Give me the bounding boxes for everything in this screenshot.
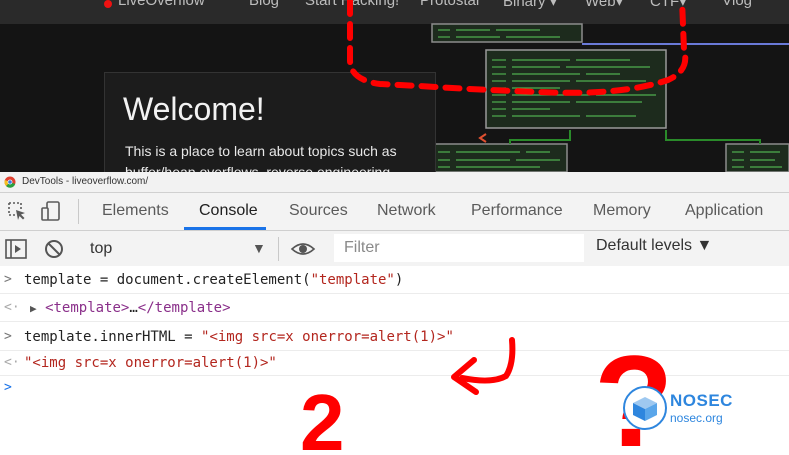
devtools-titlebar: DevTools - liveoverflow.com/ bbox=[0, 172, 789, 193]
result-arrow-icon: <· bbox=[4, 300, 20, 315]
chevron-down-icon: ▼ bbox=[252, 240, 266, 256]
tab-memory[interactable]: Memory bbox=[593, 202, 651, 220]
chrome-icon bbox=[4, 176, 16, 188]
filter-input[interactable] bbox=[334, 234, 584, 262]
context-selector[interactable]: top ▼ bbox=[80, 234, 270, 262]
code-text: template = document.createElement( bbox=[24, 272, 311, 288]
tab-console[interactable]: Console bbox=[199, 202, 258, 220]
result-arrow-icon: <· bbox=[4, 355, 20, 370]
input-prompt-icon: > bbox=[4, 272, 12, 287]
window-title: DevTools - liveoverflow.com/ bbox=[22, 176, 149, 187]
console-result[interactable]: ▶ <template>…</template> bbox=[30, 300, 231, 316]
tab-performance[interactable]: Performance bbox=[471, 202, 563, 220]
inspect-element-icon[interactable] bbox=[6, 200, 28, 222]
device-toolbar-icon[interactable] bbox=[40, 200, 62, 222]
console-code: template.innerHTML = "<img src=x onerror… bbox=[24, 329, 454, 345]
nosec-watermark: NOSEC nosec.org bbox=[622, 385, 752, 435]
welcome-text: This is a place to learn about topics su… bbox=[125, 143, 397, 172]
toolbar-divider bbox=[278, 237, 279, 261]
console-prompt-icon[interactable]: > bbox=[4, 380, 12, 395]
watermark-sub: nosec.org bbox=[670, 411, 723, 425]
active-tab-indicator bbox=[184, 227, 266, 230]
console-result-line: <· "<img src=x onerror=alert(1)>" bbox=[0, 351, 789, 376]
console-toolbar: top ▼ Default levels ▼ bbox=[0, 231, 789, 267]
console-result-line: <· ▶ <template>…</template> bbox=[0, 294, 789, 322]
devtools-tabbar: Elements Console Sources Network Perform… bbox=[0, 193, 789, 231]
tabbar-divider bbox=[78, 199, 79, 224]
input-prompt-icon: > bbox=[4, 329, 12, 344]
log-levels-dropdown[interactable]: Default levels ▼ bbox=[596, 237, 712, 255]
result-ellipsis: … bbox=[129, 300, 138, 316]
console-input-line: > template = document.createElement("tem… bbox=[0, 266, 789, 294]
code-string: "<img src=x onerror=alert(1)>" bbox=[201, 329, 454, 345]
website-background: LiveOverflow Blog Start Hacking! Protost… bbox=[0, 0, 789, 172]
code-text: template.innerHTML = bbox=[24, 329, 202, 345]
console-input-line: > template.innerHTML = "<img src=x onerr… bbox=[0, 322, 789, 351]
welcome-title: Welcome! bbox=[123, 91, 265, 127]
live-expression-eye-icon[interactable] bbox=[290, 237, 316, 261]
result-tag-close: </template> bbox=[137, 300, 231, 316]
nav-blog[interactable]: Blog bbox=[249, 0, 279, 9]
result-tag-open: <template> bbox=[45, 300, 130, 316]
tab-application[interactable]: Application bbox=[685, 202, 763, 220]
brand-dot-icon bbox=[104, 0, 112, 8]
tab-network[interactable]: Network bbox=[377, 202, 436, 220]
sidebar-toggle-icon[interactable] bbox=[4, 237, 28, 261]
tab-elements[interactable]: Elements bbox=[102, 202, 169, 220]
context-selector-value: top bbox=[90, 240, 113, 257]
code-text: ) bbox=[394, 272, 404, 288]
watermark-name: NOSEC bbox=[670, 391, 733, 410]
console-result-string: "<img src=x onerror=alert(1)>" bbox=[24, 355, 277, 371]
disassembly-graph-art bbox=[431, 23, 789, 172]
nosec-logo-icon bbox=[623, 386, 667, 430]
expand-triangle-icon[interactable]: ▶ bbox=[30, 302, 37, 315]
welcome-panel: Welcome! This is a place to learn about … bbox=[104, 72, 436, 172]
console-code: template = document.createElement("templ… bbox=[24, 272, 403, 288]
clear-console-icon[interactable] bbox=[42, 237, 66, 261]
nav-brand[interactable]: LiveOverflow bbox=[118, 0, 205, 9]
code-string: "template" bbox=[310, 272, 395, 288]
nav-start-hacking[interactable]: Start Hacking! bbox=[305, 0, 399, 9]
tab-sources[interactable]: Sources bbox=[289, 202, 348, 220]
